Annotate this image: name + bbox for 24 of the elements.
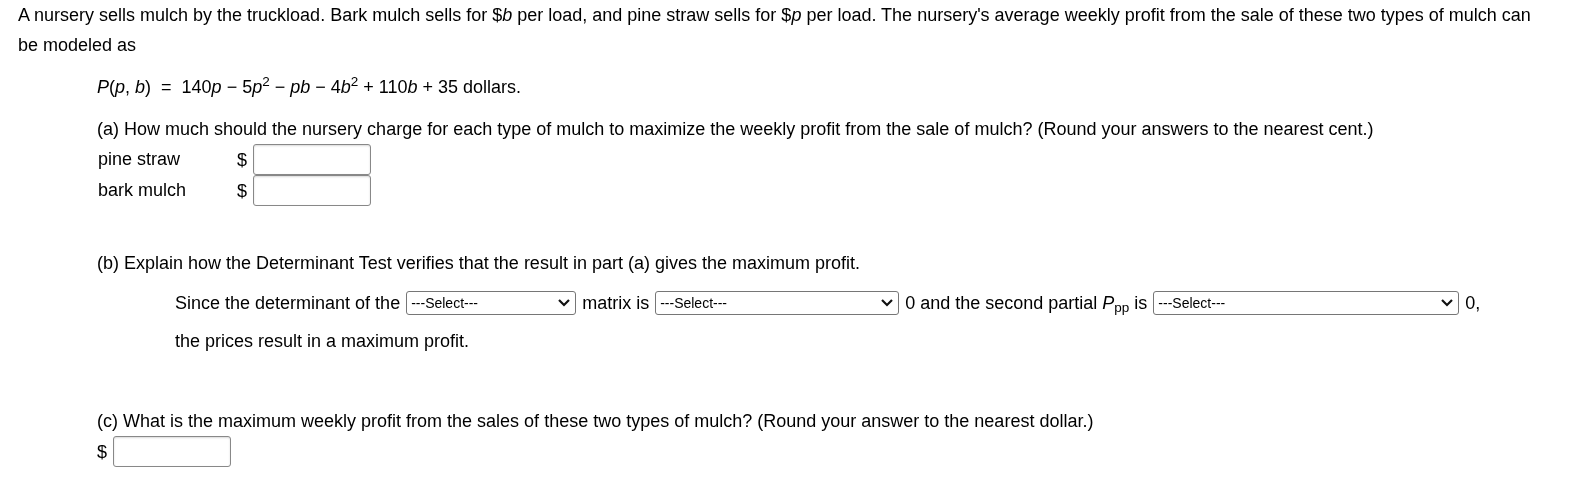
chevron-down-icon <box>1440 298 1455 308</box>
answer-label: pine straw <box>97 148 182 171</box>
sentence-text: 0 and the second partial P$_{pp}$ is <box>905 292 1148 318</box>
dollar-sign: $ <box>237 148 247 172</box>
sentence-text: matrix is <box>582 292 650 315</box>
dropdown[interactable]: ---Select--- <box>655 291 900 315</box>
chevron-down-icon <box>557 298 572 308</box>
sentence-text: Since the determinant of the <box>175 292 401 315</box>
dropdown[interactable]: ---Select--- <box>406 291 577 315</box>
sentence-text: 0, <box>1465 292 1481 315</box>
answer-label: bark mulch <box>97 179 188 202</box>
dollar-sign: $ <box>237 179 247 203</box>
answer-field[interactable] <box>113 436 231 467</box>
question-text: (c) What is the maximum weekly profit from the sales of these two types of mulch? (Round your answer to the nearest dollar.) <box>97 410 1095 433</box>
question-text: (a) How much should the nursery charge for each type of mulch to maximize the weekly profit from the sale of mulch? (Round your answers to the nearest cent.) <box>97 118 1375 141</box>
sentence-text: the prices result in a maximum profit. <box>175 330 471 353</box>
answer-field[interactable] <box>253 144 371 175</box>
chevron-down-icon <box>880 298 895 308</box>
dropdown[interactable]: ---Select--- <box>1153 291 1460 315</box>
profit-formula: P(p, b) = 140p − 5p$^{2}$ − pb − 4b$^{2}$ + 110b + 35 dollars. <box>97 73 523 99</box>
answer-field[interactable] <box>253 175 371 206</box>
dollar-sign: $ <box>97 440 107 464</box>
question-text: (b) Explain how the Determinant Test verifies that the result in part (a) gives the maximum profit. <box>97 252 861 275</box>
problem-text: A nursery sells mulch by the truckload. Bark mulch sells for $b per load, and pine straw sells for $p per load. The nursery's average weekly profit from the sale of these two types of mulch can be modeled as <box>18 4 1532 57</box>
